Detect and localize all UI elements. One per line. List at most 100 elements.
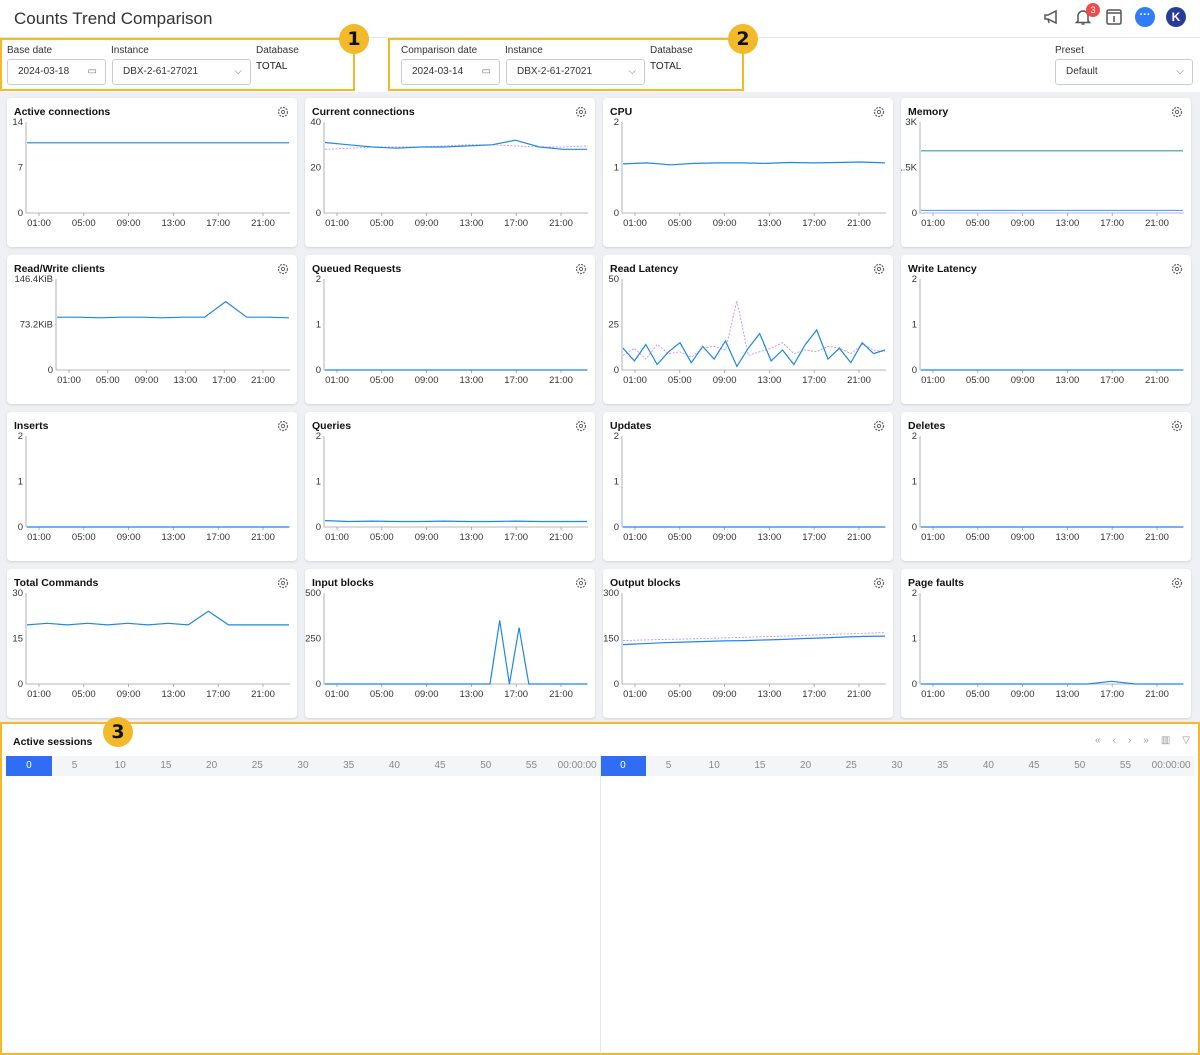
timeline-tick[interactable]: 10 xyxy=(97,756,143,776)
timeline-tick[interactable]: 20 xyxy=(189,756,235,776)
gear-icon[interactable] xyxy=(1171,106,1183,118)
timeline-tick[interactable]: 25 xyxy=(234,756,280,776)
timeline-tick[interactable]: 50 xyxy=(1057,756,1103,776)
x-tick-label: 01:00 xyxy=(57,375,81,386)
x-tick-label: 17:00 xyxy=(802,532,826,543)
chat-icon[interactable]: ··· xyxy=(1135,7,1155,27)
gear-icon[interactable] xyxy=(873,577,885,589)
x-tick-label: 09:00 xyxy=(713,375,737,386)
timeline-tick[interactable]: 40 xyxy=(372,756,418,776)
comparison-date-input[interactable]: 2024-03-14 ▭ xyxy=(401,59,500,85)
gear-icon[interactable] xyxy=(873,263,885,275)
base-instance-select[interactable]: DBX-2-61-27021 ⌵ xyxy=(112,59,251,85)
timeline-tick[interactable]: 40 xyxy=(966,756,1012,776)
timeline-tick[interactable]: 20 xyxy=(783,756,829,776)
last-page-icon[interactable]: » xyxy=(1143,735,1149,746)
chart-panel: Deletes 0 1 2 01:00 05:00 09:00 13:00 17:00 21:00 xyxy=(901,412,1191,561)
x-tick-label: 09:00 xyxy=(713,218,737,229)
chart-plot: 0 1 2 01:00 05:00 09:00 13:00 17:00 21:00 xyxy=(316,275,588,386)
y-tick-label: 0 xyxy=(18,208,23,219)
timeline-tick[interactable]: 45 xyxy=(1011,756,1057,776)
x-tick-label: 09:00 xyxy=(415,689,439,700)
y-tick-label: 2 xyxy=(912,589,917,599)
chart-axis xyxy=(621,122,886,214)
timeline-tick[interactable]: 35 xyxy=(326,756,372,776)
timeline-tick[interactable]: 45 xyxy=(417,756,463,776)
filter-icon[interactable]: ▽ xyxy=(1182,735,1190,746)
chart-plot: 0 25 50 01:00 05:00 09:00 13:00 17:00 21:00 xyxy=(608,275,886,386)
chart-axis xyxy=(919,122,1184,214)
columns-icon[interactable]: ▥ xyxy=(1161,735,1170,746)
x-tick-label: 09:00 xyxy=(415,218,439,229)
preset-select[interactable]: Default ⌵ xyxy=(1055,59,1193,85)
chart-plot: 0 1.5K 3K 01:00 05:00 09:00 13:00 17:00 21:00 xyxy=(901,118,1184,229)
chart-plot: 0 250 500 01:00 05:00 09:00 13:00 17:00 21:00 xyxy=(305,589,588,700)
timeline-tick[interactable]: 0 xyxy=(6,756,52,776)
y-tick-label: 15 xyxy=(12,634,23,645)
timeline-tick[interactable]: 5 xyxy=(646,756,692,776)
timeline-tick[interactable]: 5 xyxy=(52,756,98,776)
prev-icon[interactable]: ‹ xyxy=(1113,735,1116,746)
gear-icon[interactable] xyxy=(575,106,587,118)
timeline-tick[interactable]: 35 xyxy=(920,756,966,776)
marker-2: 2 xyxy=(728,24,758,54)
y-tick-label: 73.2KiB xyxy=(20,320,53,331)
timeline-tick[interactable]: 30 xyxy=(874,756,920,776)
x-tick-label: 01:00 xyxy=(921,218,945,229)
gear-icon[interactable] xyxy=(277,577,289,589)
timeline-tick[interactable]: 10 xyxy=(691,756,737,776)
x-tick-label: 17:00 xyxy=(504,532,528,543)
timeline-tick[interactable]: 55 xyxy=(1103,756,1149,776)
y-tick-label: 2 xyxy=(18,432,23,442)
timeline-tick[interactable]: 25 xyxy=(828,756,874,776)
timeline-tick[interactable]: 15 xyxy=(143,756,189,776)
timeline-tick[interactable]: 50 xyxy=(463,756,509,776)
chart-axis xyxy=(919,593,1184,685)
comparison-instance-select[interactable]: DBX-2-61-27021 ⌵ xyxy=(506,59,645,85)
timeline-tick[interactable]: 00:00:00 xyxy=(554,756,600,776)
gear-icon[interactable] xyxy=(575,577,587,589)
bell-icon[interactable]: 3 xyxy=(1073,3,1100,27)
gear-icon[interactable] xyxy=(277,420,289,432)
gear-icon[interactable] xyxy=(1171,263,1183,275)
timeline-tick[interactable]: 00:00:00 xyxy=(1148,756,1194,776)
y-tick-label: 0 xyxy=(18,522,23,533)
base-date-input[interactable]: 2024-03-18 ▭ xyxy=(7,59,106,85)
chart-title: Page faults xyxy=(908,577,965,589)
x-tick-label: 01:00 xyxy=(623,532,647,543)
timeline-tick[interactable]: 0 xyxy=(600,756,646,776)
chart-plot: 0 150 300 01:00 05:00 09:00 13:00 17:00 21:00 xyxy=(603,589,886,700)
gear-icon[interactable] xyxy=(575,420,587,432)
x-tick-label: 13:00 xyxy=(174,375,198,386)
timeline-tick[interactable]: 30 xyxy=(280,756,326,776)
avatar[interactable]: K xyxy=(1166,7,1186,27)
gear-icon[interactable] xyxy=(1171,420,1183,432)
y-tick-label: 0 xyxy=(912,679,917,690)
x-tick-label: 21:00 xyxy=(847,532,871,543)
first-page-icon[interactable]: « xyxy=(1095,735,1101,746)
megaphone-icon[interactable] xyxy=(1042,7,1062,27)
next-icon[interactable]: › xyxy=(1128,735,1131,746)
x-tick-label: 13:00 xyxy=(460,375,484,386)
series-line-base xyxy=(324,520,587,523)
info-icon[interactable] xyxy=(1104,7,1124,27)
chart-panel: Page faults 0 1 2 01:00 05:00 09:00 13:00 17:00 2… xyxy=(901,569,1191,718)
x-tick-label: 05:00 xyxy=(668,689,692,700)
chart-panel: Inserts 0 1 2 01:00 05:00 09:00 13:00 17:00 21:00 xyxy=(7,412,297,561)
gear-icon[interactable] xyxy=(873,106,885,118)
chevron-down-icon: ⌵ xyxy=(234,66,242,77)
gear-icon[interactable] xyxy=(873,420,885,432)
chevron-down-icon: ⌵ xyxy=(628,66,636,77)
preset-label: Preset xyxy=(1055,45,1084,56)
gear-icon[interactable] xyxy=(277,106,289,118)
x-tick-label: 13:00 xyxy=(1056,218,1080,229)
chart-panel: Read Latency 0 25 50 01:00 05:00 09:00 13:00 17:… xyxy=(603,255,893,404)
base-filter-group: Base date 2024-03-18 ▭ Instance DBX-2-61… xyxy=(0,38,355,91)
gear-icon[interactable] xyxy=(1171,577,1183,589)
gear-icon[interactable] xyxy=(575,263,587,275)
x-tick-label: 09:00 xyxy=(415,375,439,386)
timeline-tick[interactable]: 55 xyxy=(509,756,555,776)
y-tick-label: 0 xyxy=(48,365,53,376)
gear-icon[interactable] xyxy=(277,263,289,275)
timeline-tick[interactable]: 15 xyxy=(737,756,783,776)
